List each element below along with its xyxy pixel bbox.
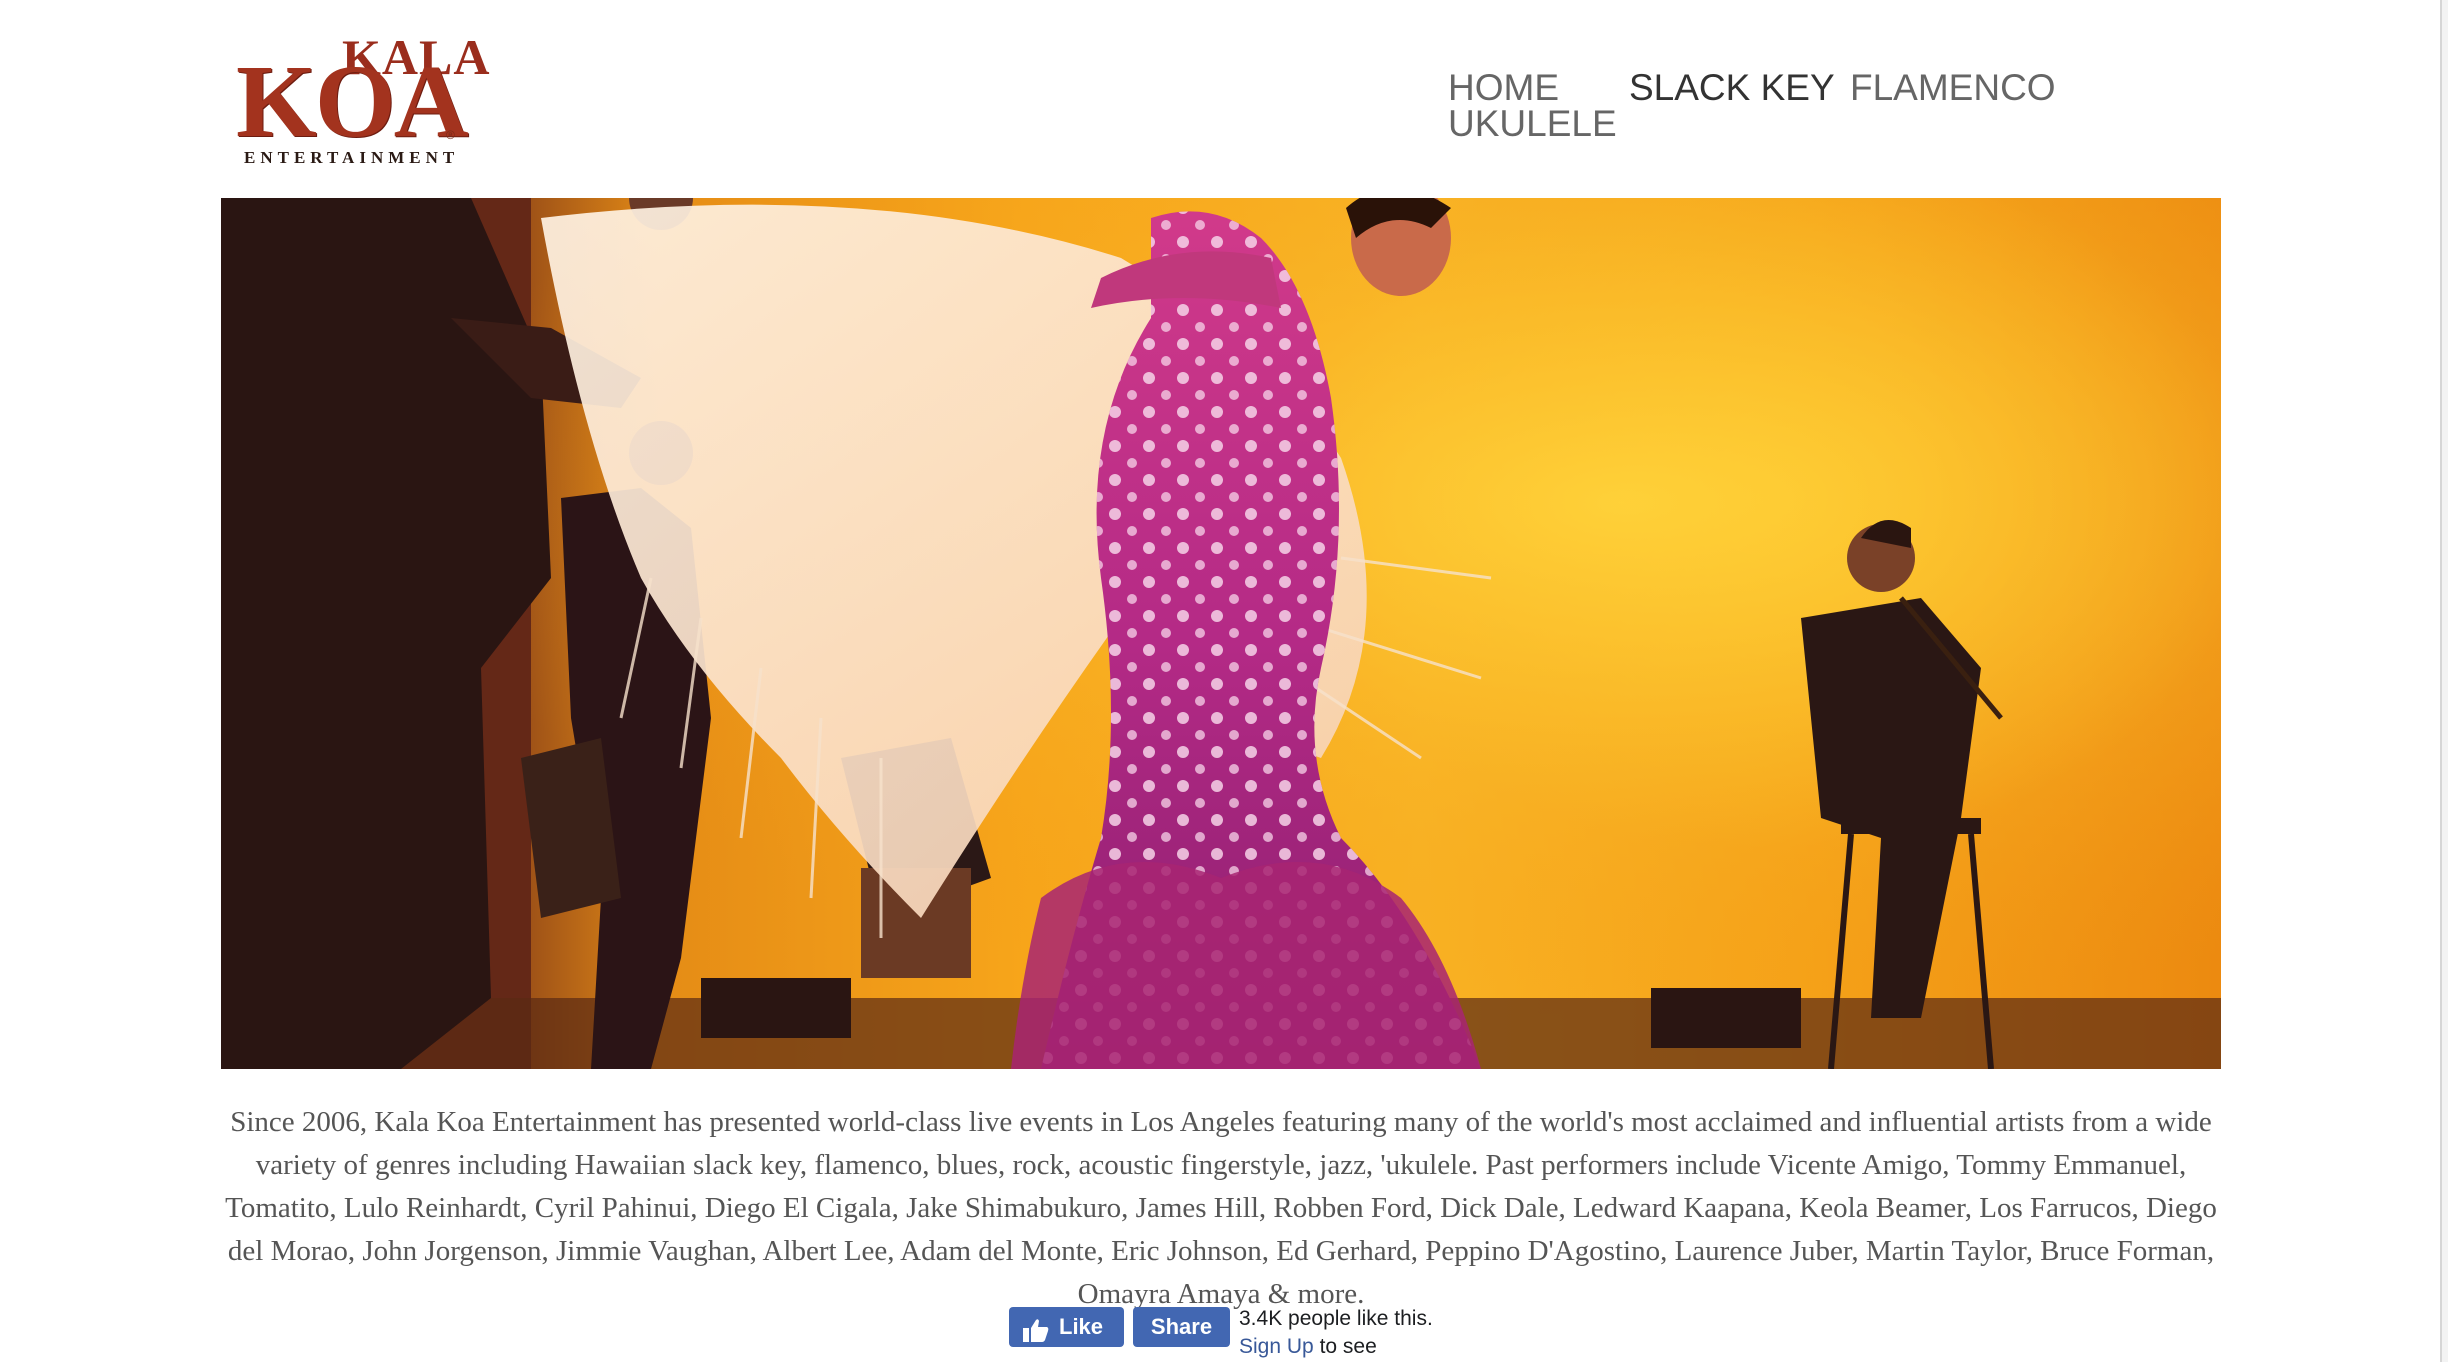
- facebook-signup-link[interactable]: Sign Up: [1239, 1335, 1314, 1358]
- facebook-like-button[interactable]: Like: [1009, 1307, 1124, 1347]
- nav-item-flamenco[interactable]: FLAMENCO: [1850, 68, 2056, 108]
- nav-item-ukulele[interactable]: UKULELE: [1448, 104, 1617, 144]
- facebook-like-label: Like: [1059, 1314, 1104, 1339]
- page-scrollbar[interactable]: [2440, 0, 2448, 1362]
- facebook-signup-suffix: to see: [1319, 1335, 1377, 1358]
- facebook-share-button[interactable]: Share: [1133, 1307, 1230, 1347]
- hero-image: [221, 198, 2221, 1069]
- facebook-like-count: 3.4K people like this. Sign Up to see: [1239, 1305, 1479, 1361]
- nav-item-home[interactable]: HOME: [1448, 68, 1559, 108]
- about-description: Since 2006, Kala Koa Entertainment has p…: [225, 1106, 2217, 1310]
- kala-koa-logo[interactable]: KALA KOA ® ENTERTAINMENT: [236, 28, 489, 174]
- logo-entertainment-text: ENTERTAINMENT: [244, 148, 460, 167]
- nav-item-slack-key[interactable]: SLACK KEY: [1629, 68, 1835, 108]
- logo-registered-mark: ®: [446, 128, 455, 142]
- thumbs-up-icon: [1023, 1315, 1049, 1355]
- facebook-count-text: 3.4K people like this.: [1239, 1307, 1433, 1330]
- logo-koa-text: KOA: [236, 44, 469, 159]
- flamenco-dancer-illustration: [221, 198, 2221, 1069]
